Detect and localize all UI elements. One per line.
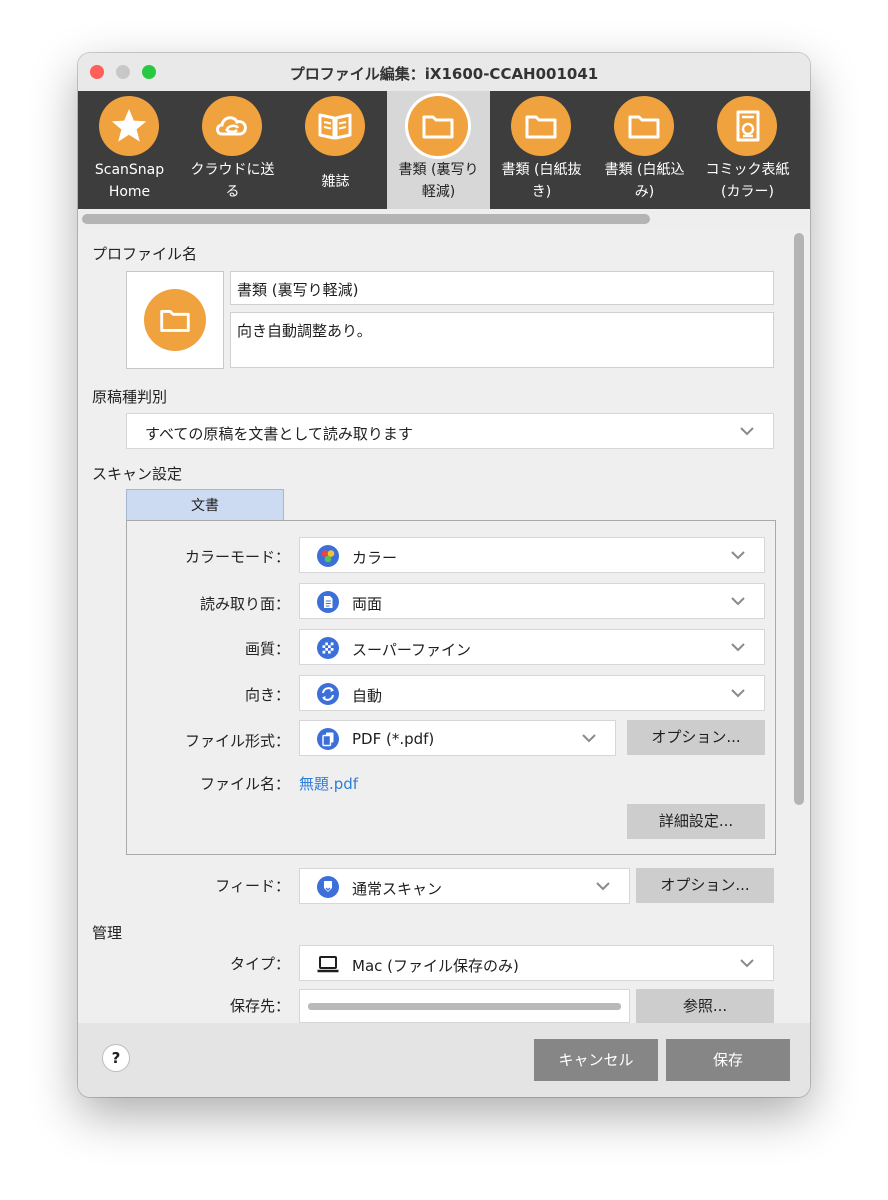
chevron-down-icon	[731, 689, 745, 698]
file-format-value: PDF (*.pdf)	[352, 730, 435, 748]
book-icon	[305, 96, 365, 156]
profile-tab-comic-cover[interactable]: コミック表紙 (カラー)	[696, 91, 799, 209]
window-title: プロファイル編集：iX1600-CCAH001041	[289, 65, 599, 83]
chevron-down-icon	[731, 551, 745, 560]
doc-type-dropdown[interactable]: すべての原稿を文書として読み取ります	[126, 413, 774, 449]
doc-type-value: すべての原稿を文書として読み取ります	[145, 425, 413, 443]
orientation-dropdown[interactable]: 自動	[299, 675, 765, 711]
profile-tab-cloud[interactable]: クラウドに送る	[181, 91, 284, 209]
profile-tab-scansnap-home[interactable]: ScanSnap Home	[78, 91, 181, 209]
chevron-down-icon	[596, 882, 610, 891]
quality-value: スーパーファイン	[352, 641, 471, 659]
profile-tab-strip: ScanSnap Home クラウドに送る 雑誌 書類 (裏写り 軽減) 書類 (白…	[78, 91, 810, 209]
profile-comment-field[interactable]: 向き自動調整あり。	[230, 312, 774, 368]
profile-tab-label: 軽減)	[421, 184, 456, 200]
file-format-label: ファイル形式：	[184, 732, 290, 750]
profile-tab-label: (カラー)	[721, 184, 774, 200]
feed-label: フィード：	[215, 877, 290, 895]
feed-value: 通常スキャン	[352, 880, 443, 898]
color-palette-icon	[317, 545, 339, 567]
profile-tab-label: る	[225, 184, 240, 200]
cancel-button[interactable]: キャンセル	[534, 1039, 658, 1081]
scan-settings-heading: スキャン設定	[92, 465, 183, 483]
profile-tab-label: クラウドに送	[190, 162, 275, 178]
chevron-down-icon	[731, 643, 745, 652]
save-button[interactable]: 保存	[666, 1039, 790, 1081]
chevron-down-icon	[740, 427, 754, 436]
save-to-label: 保存先：	[229, 997, 290, 1015]
browse-button[interactable]: 参照...	[636, 989, 774, 1024]
duplex-page-icon	[317, 591, 339, 613]
profile-name-heading: プロファイル名	[92, 245, 198, 263]
type-label: タイプ：	[229, 955, 290, 973]
chevron-down-icon	[582, 734, 596, 743]
file-name-link[interactable]: 無題.pdf	[299, 773, 358, 794]
tab-document[interactable]: 文書	[126, 489, 284, 521]
chevron-down-icon	[740, 959, 754, 968]
scan-side-dropdown[interactable]: 両面	[299, 583, 765, 619]
color-mode-value: カラー	[352, 549, 398, 567]
title-bar: プロファイル編集：iX1600-CCAH001041	[78, 53, 810, 91]
color-mode-dropdown[interactable]: カラー	[299, 537, 765, 573]
profile-edit-window: プロファイル編集：iX1600-CCAH001041 ScanSnap Home …	[78, 53, 810, 1097]
redacted-path	[308, 1003, 621, 1010]
file-format-options-button[interactable]: オプション...	[627, 720, 765, 755]
profile-strip-scrollbar[interactable]	[82, 214, 650, 224]
management-heading: 管理	[92, 924, 123, 942]
quality-dropdown[interactable]: スーパーファイン	[299, 629, 765, 665]
dialog-footer: ? キャンセル 保存	[78, 1023, 810, 1097]
profile-name-field[interactable]: 書類 (裏写り軽減)	[230, 271, 774, 305]
profile-tab-label: コミック表紙	[705, 162, 790, 178]
orientation-value: 自動	[352, 687, 383, 705]
scan-side-label: 読み取り面：	[199, 595, 290, 613]
profile-tab-label: 書類 (裏写り	[398, 162, 479, 178]
laptop-icon	[317, 956, 339, 973]
profile-tab-label: Home	[108, 184, 151, 200]
folder-icon	[408, 96, 468, 156]
save-to-path-field[interactable]	[299, 989, 630, 1023]
feed-options-button[interactable]: オプション...	[636, 868, 774, 903]
content-scrollbar[interactable]	[794, 233, 804, 805]
profile-tab-label: 書類 (白紙抜	[501, 162, 582, 178]
quality-checker-icon	[317, 637, 339, 659]
feed-scan-icon	[317, 876, 339, 898]
profile-tab-label: み)	[634, 184, 655, 200]
type-value: Mac (ファイル保存のみ)	[352, 957, 519, 975]
auto-rotate-icon	[317, 683, 339, 705]
profile-icon-button[interactable]	[126, 271, 224, 369]
doc-type-heading: 原稿種判別	[92, 388, 168, 406]
scan-side-value: 両面	[352, 595, 383, 613]
folder-icon	[144, 289, 206, 351]
file-name-label: ファイル名：	[199, 775, 290, 793]
help-button[interactable]: ?	[102, 1044, 130, 1072]
detailed-settings-button[interactable]: 詳細設定...	[627, 804, 765, 839]
profile-tab-label: き)	[531, 184, 552, 200]
chevron-down-icon	[731, 597, 745, 606]
profile-tab-label: ScanSnap	[94, 162, 165, 178]
folder-icon	[511, 96, 571, 156]
profile-tab-document-blank-removed[interactable]: 書類 (白紙抜 き)	[490, 91, 593, 209]
feed-dropdown[interactable]: 通常スキャン	[299, 868, 630, 904]
color-mode-label: カラーモード：	[184, 548, 290, 566]
folder-icon	[614, 96, 674, 156]
profile-tab-document-bleed[interactable]: 書類 (裏写り 軽減)	[387, 91, 490, 209]
orientation-label: 向き：	[244, 686, 290, 704]
pdf-pages-icon	[317, 728, 339, 750]
profile-tab-label: 雑誌	[321, 174, 350, 190]
profile-tab-magazine[interactable]: 雑誌	[284, 91, 387, 209]
comic-icon	[717, 96, 777, 156]
quality-label: 画質：	[244, 640, 290, 658]
profile-tab-document-blank-included[interactable]: 書類 (白紙込 み)	[593, 91, 696, 209]
type-dropdown[interactable]: Mac (ファイル保存のみ)	[299, 945, 774, 981]
cloud-icon	[202, 96, 262, 156]
profile-tab-label: 書類 (白紙込	[604, 162, 685, 178]
file-format-dropdown[interactable]: PDF (*.pdf)	[299, 720, 616, 756]
star-icon	[99, 96, 159, 156]
